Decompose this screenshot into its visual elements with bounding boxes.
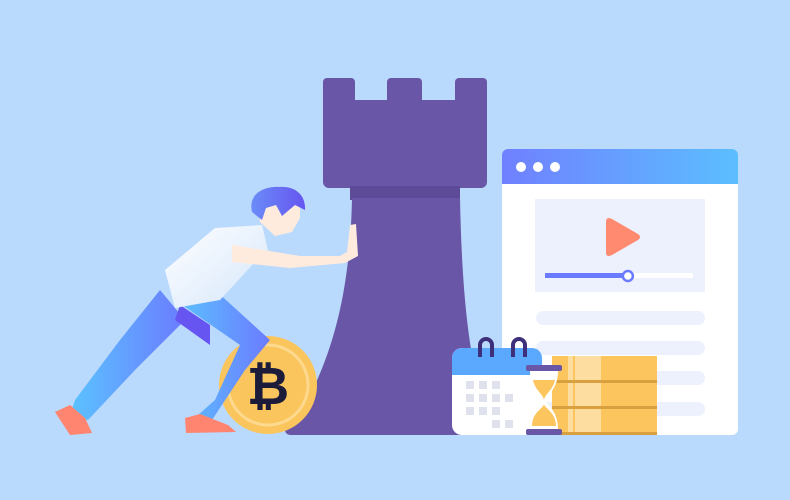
content-line: [536, 341, 705, 355]
bitcoin-symbol: ₿: [247, 357, 289, 417]
window-dot-icon: [550, 162, 560, 172]
illustration-scene: ₿: [0, 0, 790, 500]
video-slider-knob[interactable]: [621, 269, 635, 283]
window-dot-icon: [533, 162, 543, 172]
video-slider-fill: [545, 273, 628, 278]
money-stack: [552, 356, 657, 435]
content-line: [536, 311, 705, 325]
calendar-icon: [452, 337, 542, 435]
window-dot-icon: [516, 162, 526, 172]
